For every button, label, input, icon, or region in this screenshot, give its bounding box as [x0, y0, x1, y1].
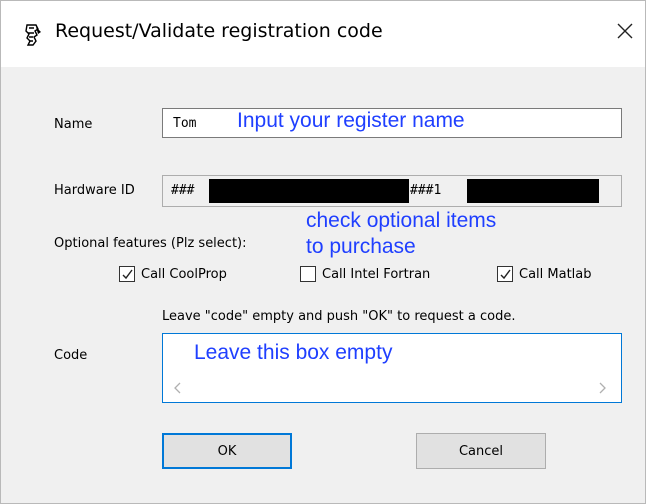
- checkbox-call-matlab[interactable]: Call Matlab: [497, 263, 592, 285]
- checkbox-call-intel-fortran[interactable]: Call Intel Fortran: [300, 263, 430, 285]
- app-logo-icon: [21, 23, 43, 47]
- scroll-left-icon[interactable]: [173, 379, 183, 394]
- hardware-id-field[interactable]: ### ###1: [162, 175, 622, 207]
- checkbox-box[interactable]: [119, 266, 135, 282]
- optional-features-label: Optional features (Plz select):: [54, 236, 247, 251]
- ok-button[interactable]: OK: [162, 433, 292, 469]
- checkbox-box[interactable]: [497, 266, 513, 282]
- hardware-id-prefix: ###: [171, 183, 195, 198]
- hardware-id-middle: ###1: [410, 183, 442, 198]
- window-title: Request/Validate registration code: [55, 20, 383, 42]
- code-input[interactable]: [163, 334, 621, 376]
- code-field-box: [162, 333, 622, 403]
- redaction-bar: [209, 179, 409, 203]
- checkbox-call-coolprop[interactable]: Call CoolProp: [119, 263, 227, 285]
- scroll-right-icon[interactable]: [597, 379, 607, 394]
- checkbox-label: Call Matlab: [519, 266, 592, 282]
- code-hint-text: Leave "code" empty and push "OK" to requ…: [162, 309, 516, 324]
- name-label: Name: [54, 117, 93, 132]
- checkbox-label: Call CoolProp: [141, 266, 227, 282]
- checkbox-box[interactable]: [300, 266, 316, 282]
- hardware-id-label: Hardware ID: [54, 183, 135, 198]
- options-annotation-line1: check optional items: [306, 209, 497, 232]
- name-input[interactable]: [163, 109, 621, 137]
- options-annotation-line2: to purchase: [306, 235, 416, 258]
- registration-dialog: Request/Validate registration code Name …: [0, 0, 646, 504]
- code-label: Code: [54, 348, 88, 363]
- close-icon[interactable]: [613, 19, 637, 43]
- redaction-bar: [467, 179, 599, 203]
- title-bar: Request/Validate registration code: [1, 1, 645, 67]
- cancel-button[interactable]: Cancel: [416, 433, 546, 469]
- name-field-box: [162, 108, 622, 138]
- checkbox-label: Call Intel Fortran: [322, 266, 431, 282]
